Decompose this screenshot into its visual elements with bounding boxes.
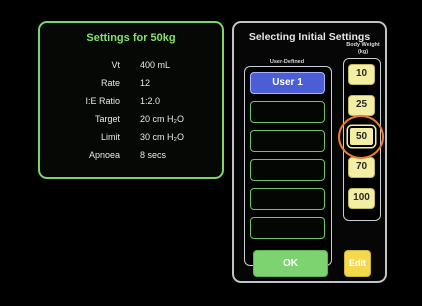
ventilator-screen: Settings for 50kg Vt 400 mL Rate 12 I:E … [0,0,422,306]
selection-highlight-ring [338,115,384,159]
body-weight-header-unit: (kg) [357,49,369,55]
settings-summary-panel: Settings for 50kg Vt 400 mL Rate 12 I:E … [38,21,224,179]
setting-label: Rate [100,78,120,88]
body-weight-label: 10 [355,68,368,79]
setting-label: Limit [100,132,120,142]
setting-value: 8 secs [140,150,167,160]
setting-label: I:E Ratio [85,96,120,106]
settings-row-ie-ratio: I:E Ratio 1:2.0 [40,96,222,110]
settings-title: Settings for 50kg [86,32,176,44]
user-slot-4[interactable] [250,159,325,181]
body-weight-label: 70 [355,161,368,172]
settings-row-vt: Vt 400 mL [40,60,222,74]
setting-label: Apnoea [88,150,120,160]
body-weight-header-label: Body Weight [346,42,380,48]
user-slot-label: User 1 [272,77,303,88]
body-weight-70-button[interactable]: 70 [348,157,375,178]
ok-button[interactable]: OK [253,250,328,277]
body-weight-label: 100 [353,192,370,203]
setting-label: Target [94,114,120,124]
user-slot-3[interactable] [250,130,325,152]
edit-button-label: Edit [349,258,366,268]
settings-row-target: Target 20 cm H₂O [40,114,222,128]
user-slot-6[interactable] [250,217,325,239]
user-slot-2[interactable] [250,101,325,123]
body-weight-10-button[interactable]: 10 [348,64,375,85]
setting-value: 400 mL [140,60,171,70]
user-defined-header: User-Defined [269,59,305,65]
user-slot-5[interactable] [250,188,325,210]
edit-button[interactable]: Edit [344,250,371,277]
body-weight-header: Body Weight (kg) [342,42,384,56]
user-defined-list: User 1 [244,66,332,266]
settings-row-limit: Limit 30 cm H₂O [40,132,222,146]
ok-button-label: OK [283,258,298,269]
setting-value: 1:2.0 [140,96,161,106]
setting-label: Vt [111,60,120,70]
body-weight-25-button[interactable]: 25 [348,95,375,116]
setting-value: 12 [140,78,151,88]
body-weight-label: 25 [355,99,368,110]
setting-value: 20 cm H₂O [140,114,185,124]
body-weight-100-button[interactable]: 100 [348,188,375,209]
setting-value: 30 cm H₂O [140,132,185,142]
settings-row-rate: Rate 12 [40,78,222,92]
user-slot-1[interactable]: User 1 [250,72,325,94]
settings-row-apnoea: Apnoea 8 secs [40,150,222,164]
